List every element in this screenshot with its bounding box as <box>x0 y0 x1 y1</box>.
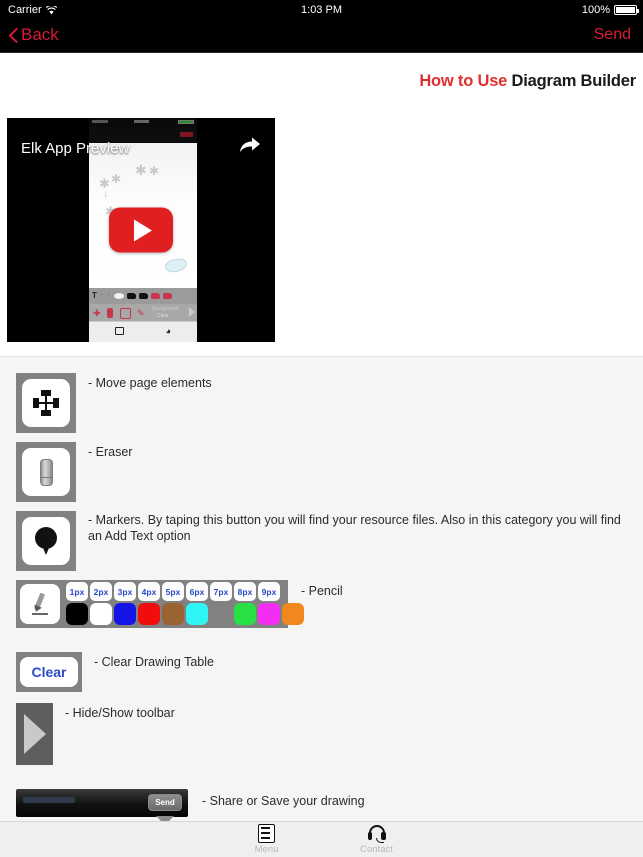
page-title: How to Use Diagram Builder <box>419 72 636 91</box>
pencil-size-5px[interactable]: 5px <box>162 582 184 601</box>
video-player[interactable]: ↓ ✱ ✱ ✱ ✱ ✱ ✱ ✱ T ↑ ↑ ✚ <box>7 118 275 342</box>
map-pin-marker-icon <box>35 527 57 555</box>
status-bar: Carrier 1:03 PM 100% <box>0 0 643 20</box>
color-swatch-black[interactable] <box>66 603 88 625</box>
pencil-size-2px[interactable]: 2px <box>90 582 112 601</box>
app-screen: Carrier 1:03 PM 100% Back Send How to Us… <box>0 0 643 857</box>
pencil-tool-button[interactable] <box>20 584 60 624</box>
send-button[interactable]: Send <box>594 26 631 44</box>
instruction-row-eraser: - Eraser <box>0 442 643 502</box>
pencil-size-4px[interactable]: 4px <box>138 582 160 601</box>
thumb-tabbar: ◕ <box>89 321 197 342</box>
menu-server-icon <box>258 824 275 843</box>
video-title: Elk App Preview <box>21 140 130 157</box>
thumb-toolbar-top: T ↑ ↑ <box>89 288 197 304</box>
instruction-label-clear: - Clear Drawing Table <box>94 655 214 669</box>
pencil-size-7px[interactable]: 7px <box>210 582 232 601</box>
instruction-label-eraser: - Eraser <box>88 445 133 459</box>
markers-tool-button[interactable] <box>16 511 76 571</box>
instruction-label-toggle: - Hide/Show toolbar <box>65 706 175 720</box>
tab-menu-label: Menu <box>254 844 279 855</box>
color-swatch-orange[interactable] <box>282 603 304 625</box>
eraser-tool-button[interactable] <box>16 442 76 502</box>
instruction-row-toggle: - Hide/Show toolbar <box>0 703 643 765</box>
move-arrows-icon <box>33 390 59 416</box>
share-send-button[interactable]: Send <box>148 794 182 811</box>
color-swatch-green[interactable] <box>234 603 256 625</box>
pencil-color-swatches <box>66 603 304 625</box>
battery-percent-label: 100% <box>581 4 610 16</box>
color-swatch-white[interactable] <box>90 603 112 625</box>
color-swatch-cyan[interactable] <box>186 603 208 625</box>
instructions-list: - Move page elements - Eraser - Markers.… <box>0 356 643 825</box>
instruction-label-pencil: - Pencil <box>301 584 343 598</box>
move-tool-button[interactable] <box>16 373 76 433</box>
color-swatch-red[interactable] <box>138 603 160 625</box>
instruction-row-markers: - Markers. By taping this button you wil… <box>0 511 643 571</box>
instruction-row-clear: Clear - Clear Drawing Table <box>0 652 643 692</box>
status-bar-right: 100% <box>581 4 639 16</box>
eraser-icon <box>39 458 53 486</box>
youtube-play-button[interactable] <box>109 207 173 253</box>
clear-button-label: Clear <box>20 657 78 687</box>
instruction-label-share: - Share or Save your drawing <box>202 794 365 808</box>
pencil-size-9px[interactable]: 9px <box>258 582 280 601</box>
pencil-size-1px[interactable]: 1px <box>66 582 88 601</box>
instruction-label-move: - Move page elements <box>88 376 212 390</box>
share-bar-icon[interactable]: Send <box>16 789 188 825</box>
color-swatch-brown[interactable] <box>162 603 184 625</box>
pencil-size-6px[interactable]: 6px <box>186 582 208 601</box>
instruction-row-share: Send - Share or Save your drawing <box>0 789 643 825</box>
tab-menu[interactable]: Menu <box>233 824 301 855</box>
back-button-label: Back <box>21 25 59 44</box>
page-title-highlight: How to Use <box>419 72 508 90</box>
pencil-size-3px[interactable]: 3px <box>114 582 136 601</box>
tab-contact[interactable]: Contact <box>343 824 411 855</box>
battery-full-icon <box>614 5 639 15</box>
color-swatch-empty[interactable] <box>210 603 232 625</box>
page-title-rest: Diagram Builder <box>511 72 637 90</box>
toolbar-toggle-triangle-icon[interactable] <box>16 703 53 765</box>
color-swatch-magenta[interactable] <box>258 603 280 625</box>
headset-icon <box>367 824 387 843</box>
pencil-toolbar: 1px 2px 3px 4px 5px 6px 7px 8px 9px <box>16 580 304 628</box>
pencil-icon <box>31 592 49 615</box>
instruction-row-move: - Move page elements <box>0 373 643 433</box>
tab-contact-label: Contact <box>360 843 393 855</box>
chevron-left-icon <box>9 28 18 43</box>
thumb-lake-shape <box>164 257 188 274</box>
thumb-toolbar-bottom: ✚ ✎ Background Clear <box>89 304 197 321</box>
tab-bar: Menu Contact <box>0 821 643 857</box>
status-bar-time: 1:03 PM <box>301 4 342 16</box>
back-button[interactable]: Back <box>9 25 59 45</box>
navigation-bar: Back Send <box>0 20 643 53</box>
pencil-size-8px[interactable]: 8px <box>234 582 256 601</box>
thumb-status-bar <box>89 118 197 127</box>
instruction-label-markers: - Markers. By taping this button you wil… <box>88 513 621 543</box>
clear-drawing-button[interactable]: Clear <box>16 652 82 692</box>
share-arrow-icon[interactable] <box>239 136 261 159</box>
pencil-size-options: 1px 2px 3px 4px 5px 6px 7px 8px 9px <box>66 582 280 601</box>
color-swatch-blue[interactable] <box>114 603 136 625</box>
